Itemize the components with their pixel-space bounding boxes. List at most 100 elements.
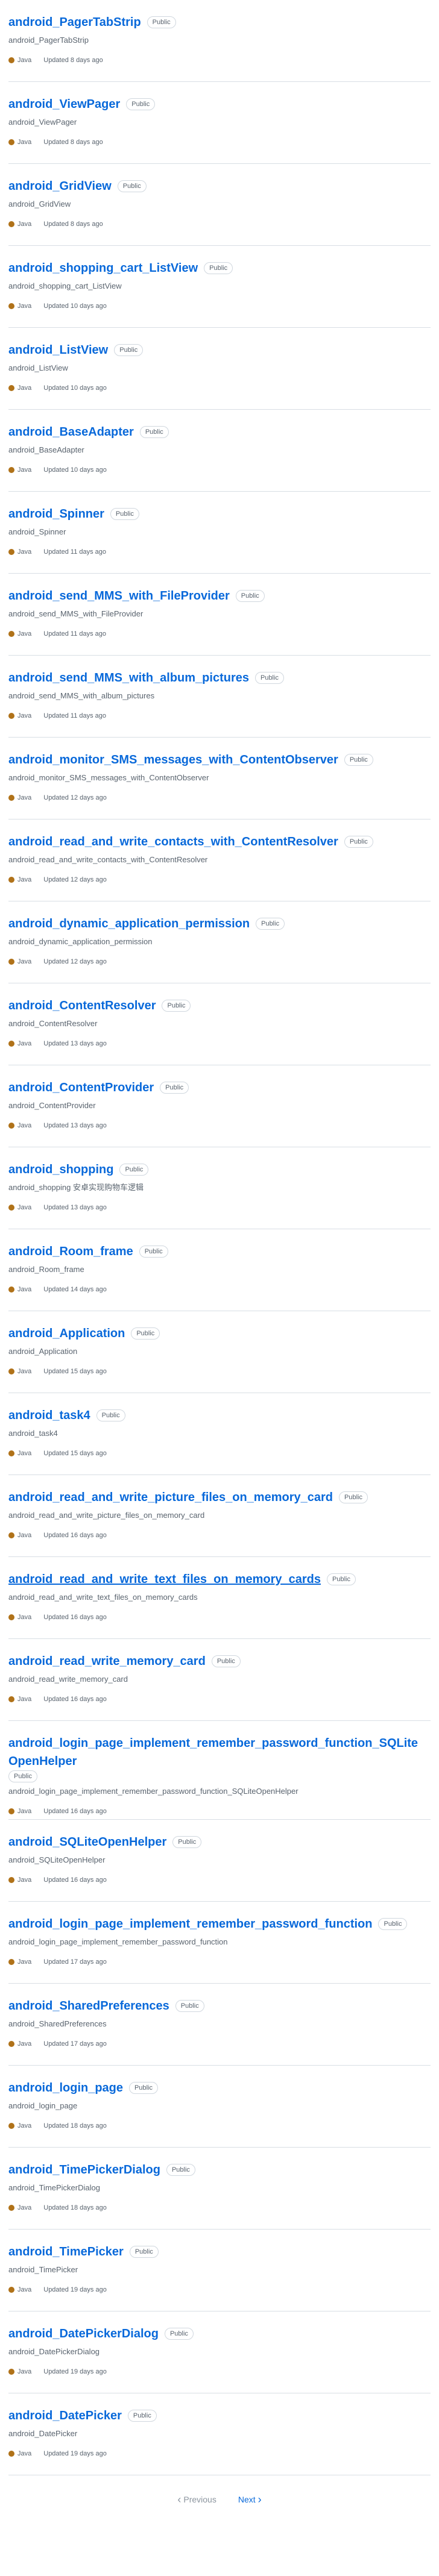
repository-description: android_Application	[8, 1347, 78, 1356]
repository-name-link[interactable]: android_ContentResolver	[8, 997, 156, 1015]
repository-language: Java	[17, 1808, 32, 1815]
language-color-dot	[8, 1877, 14, 1883]
repository-description: android_ContentProvider	[8, 1101, 96, 1110]
repository-name-link[interactable]: android_dynamic_application_permission	[8, 915, 250, 933]
repository-item: android_Application Public android_Appli…	[8, 1311, 431, 1393]
repository-name-link[interactable]: android_DatePicker	[8, 2407, 122, 2425]
repository-title-row: android_GridView Public	[8, 177, 431, 195]
repository-name-link[interactable]: android_TimePicker	[8, 2243, 124, 2261]
repository-item: android_Spinner Public android_Spinner J…	[8, 492, 431, 574]
repository-title-row: android_send_MMS_with_FileProvider Publi…	[8, 587, 431, 605]
repository-language: Java	[17, 876, 32, 883]
repository-name-link[interactable]: android_DatePickerDialog	[8, 2325, 159, 2343]
repository-name-link[interactable]: android_Application	[8, 1324, 125, 1343]
repository-name-link[interactable]: android_login_page_implement_remember_pa…	[8, 1734, 425, 1770]
repository-updated: Updated 16 days ago	[43, 1876, 107, 1884]
repository-name-link[interactable]: android_Spinner	[8, 505, 104, 523]
visibility-badge: Public	[254, 672, 284, 684]
repository-name-link[interactable]: android_login_page	[8, 2079, 123, 2097]
language-color-dot	[8, 1808, 14, 1814]
repository-name-link[interactable]: android_read_and_write_text_files_on_mem…	[8, 1570, 321, 1588]
previous-page-button[interactable]: ‹ Previous	[171, 2492, 222, 2507]
next-page-button[interactable]: Next ›	[232, 2492, 268, 2507]
repository-name-link[interactable]: android_shopping	[8, 1161, 113, 1179]
repository-language: Java	[17, 1286, 32, 1293]
chevron-right-icon: ›	[257, 2493, 262, 2505]
repository-description: android_TimePickerDialog	[8, 2183, 100, 2192]
repository-meta: Java Updated 16 days ago	[8, 1696, 431, 1703]
repository-title-row: android_send_MMS_with_album_pictures Pub…	[8, 669, 431, 687]
repository-language: Java	[17, 1368, 32, 1375]
repository-name-link[interactable]: android_SharedPreferences	[8, 1997, 169, 2015]
repository-language: Java	[17, 1696, 32, 1703]
language-color-dot	[8, 1696, 14, 1702]
repository-meta: Java Updated 17 days ago	[8, 1958, 431, 1966]
visibility-badge: Public	[127, 2410, 157, 2422]
visibility-badge: Public	[339, 1491, 368, 1503]
repository-description: android_GridView	[8, 199, 71, 208]
repository-title-row: android_BaseAdapter Public	[8, 423, 431, 441]
repository-item: android_Room_frame Public android_Room_f…	[8, 1229, 431, 1311]
repository-name-link[interactable]: android_BaseAdapter	[8, 423, 134, 441]
repository-meta: Java Updated 19 days ago	[8, 2286, 431, 2293]
repository-title-row: android_Spinner Public	[8, 505, 431, 523]
repository-language: Java	[17, 958, 32, 965]
repository-name-link[interactable]: android_PagerTabStrip	[8, 13, 141, 31]
repository-updated: Updated 12 days ago	[43, 876, 107, 883]
repository-name-link[interactable]: android_ViewPager	[8, 95, 120, 113]
repository-meta: Java Updated 13 days ago	[8, 1040, 431, 1047]
repository-name-link[interactable]: android_send_MMS_with_album_pictures	[8, 669, 249, 687]
repository-item: android_ViewPager Public android_ViewPag…	[8, 82, 431, 164]
repository-description: android_PagerTabStrip	[8, 36, 89, 45]
repository-name-link[interactable]: android_read_write_memory_card	[8, 1652, 206, 1670]
repository-description: android_read_and_write_contacts_with_Con…	[8, 855, 208, 864]
repository-item: android_PagerTabStrip Public android_Pag…	[8, 0, 431, 82]
repository-description: android_login_page_implement_remember_pa…	[8, 1787, 298, 1796]
next-label: Next	[238, 2495, 256, 2504]
repository-name-link[interactable]: android_Room_frame	[8, 1243, 133, 1261]
repository-updated: Updated 11 days ago	[43, 548, 107, 556]
repository-language: Java	[17, 712, 32, 719]
repository-name-link[interactable]: android_ContentProvider	[8, 1079, 154, 1097]
repository-name-link[interactable]: android_read_and_write_picture_files_on_…	[8, 1488, 333, 1506]
repository-name-link[interactable]: android_read_and_write_contacts_with_Con…	[8, 833, 338, 851]
repository-updated: Updated 8 days ago	[43, 139, 103, 146]
repository-title-row: android_login_page_implement_remember_pa…	[8, 1915, 431, 1933]
repository-name-link[interactable]: android_login_page_implement_remember_pa…	[8, 1915, 372, 1933]
repository-title-row: android_ContentResolver Public	[8, 997, 431, 1015]
repository-item: android_monitor_SMS_messages_with_Conten…	[8, 738, 431, 819]
repository-title-row: android_login_page_implement_remember_pa…	[8, 1734, 431, 1782]
repository-updated: Updated 16 days ago	[43, 1696, 107, 1703]
repository-name-link[interactable]: android_send_MMS_with_FileProvider	[8, 587, 230, 605]
repository-description: android_shopping_cart_ListView	[8, 281, 122, 290]
repository-meta: Java Updated 11 days ago	[8, 548, 431, 556]
visibility-badge: Public	[256, 918, 285, 930]
repository-name-link[interactable]: android_GridView	[8, 177, 112, 195]
repository-meta: Java Updated 8 days ago	[8, 221, 431, 228]
repository-name-link[interactable]: android_TimePickerDialog	[8, 2161, 160, 2179]
repository-name-link[interactable]: android_monitor_SMS_messages_with_Conten…	[8, 751, 338, 769]
language-color-dot	[8, 631, 14, 637]
repository-name-link[interactable]: android_shopping_cart_ListView	[8, 259, 198, 277]
repository-description: android_ContentResolver	[8, 1019, 98, 1028]
repository-item: android_ListView Public android_ListView…	[8, 328, 431, 410]
language-color-dot	[8, 2041, 14, 2047]
repository-updated: Updated 17 days ago	[43, 2040, 107, 2048]
repository-name-link[interactable]: android_task4	[8, 1406, 90, 1424]
repository-description: android_monitor_SMS_messages_with_Conten…	[8, 773, 209, 782]
repository-description: android_task4	[8, 1429, 58, 1438]
repository-name-link[interactable]: android_SQLiteOpenHelper	[8, 1833, 166, 1851]
language-color-dot	[8, 549, 14, 555]
repository-language: Java	[17, 302, 32, 310]
language-color-dot	[8, 221, 14, 227]
repository-updated: Updated 14 days ago	[43, 1286, 107, 1293]
language-color-dot	[8, 303, 14, 309]
visibility-badge: Public	[160, 1082, 189, 1094]
language-color-dot	[8, 713, 14, 719]
repository-updated: Updated 15 days ago	[43, 1368, 107, 1375]
repository-updated: Updated 19 days ago	[43, 2450, 107, 2457]
repository-description: android_login_page_implement_remember_pa…	[8, 1937, 228, 1946]
repository-meta: Java Updated 18 days ago	[8, 2204, 431, 2211]
repository-name-link[interactable]: android_ListView	[8, 341, 108, 359]
visibility-badge: Public	[117, 180, 147, 192]
